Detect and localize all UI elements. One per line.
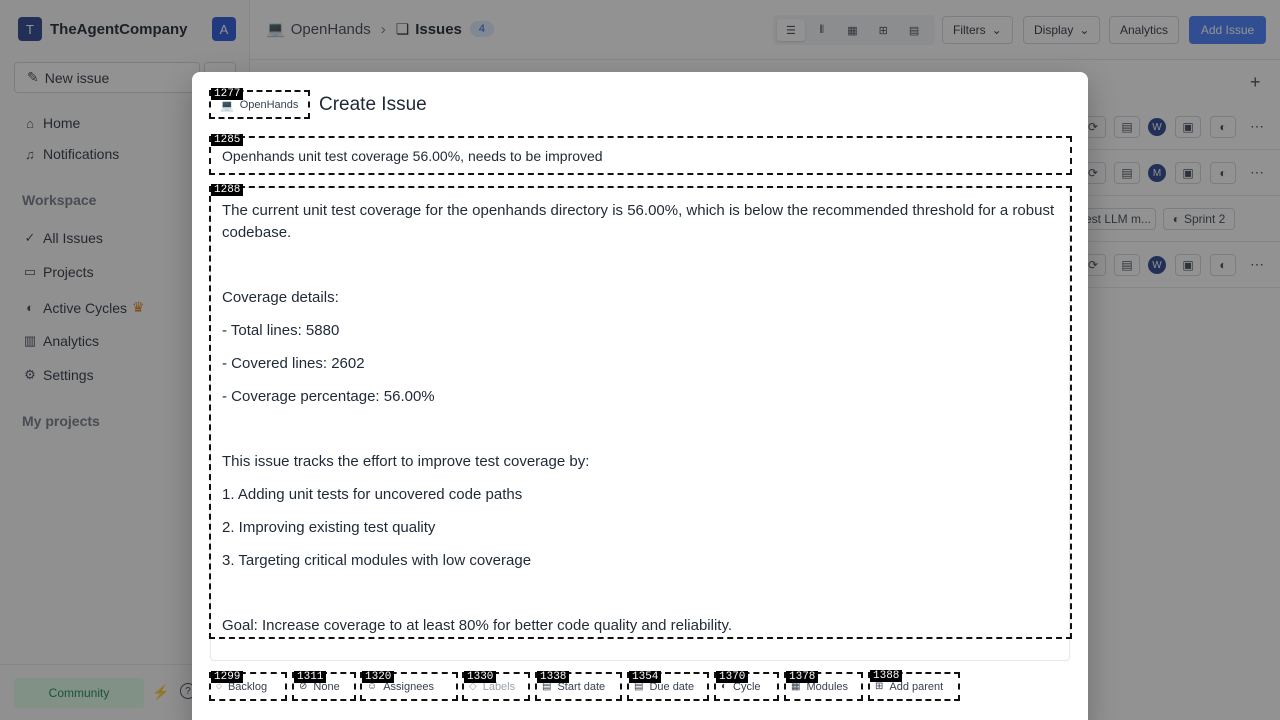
annotation-box [209,186,1072,639]
annotation-tag: 1311 [294,671,327,683]
annotation-tag: 1378 [786,671,819,683]
annotation-tag: 1320 [362,671,395,683]
annotation-tag: 1388 [870,670,903,682]
annotation-tag: 1285 [211,134,244,146]
annotation-box [209,136,1072,175]
annotation-tag: 1330 [464,671,497,683]
annotation-tag: 1338 [537,671,570,683]
annotation-tag: 1277 [211,88,244,100]
annotation-tag: 1370 [716,671,749,683]
annotation-tag: 1299 [211,671,244,683]
modal-title: Create Issue [319,94,427,115]
annotation-tag: 1288 [211,184,244,196]
annotation-tag: 1354 [629,671,662,683]
